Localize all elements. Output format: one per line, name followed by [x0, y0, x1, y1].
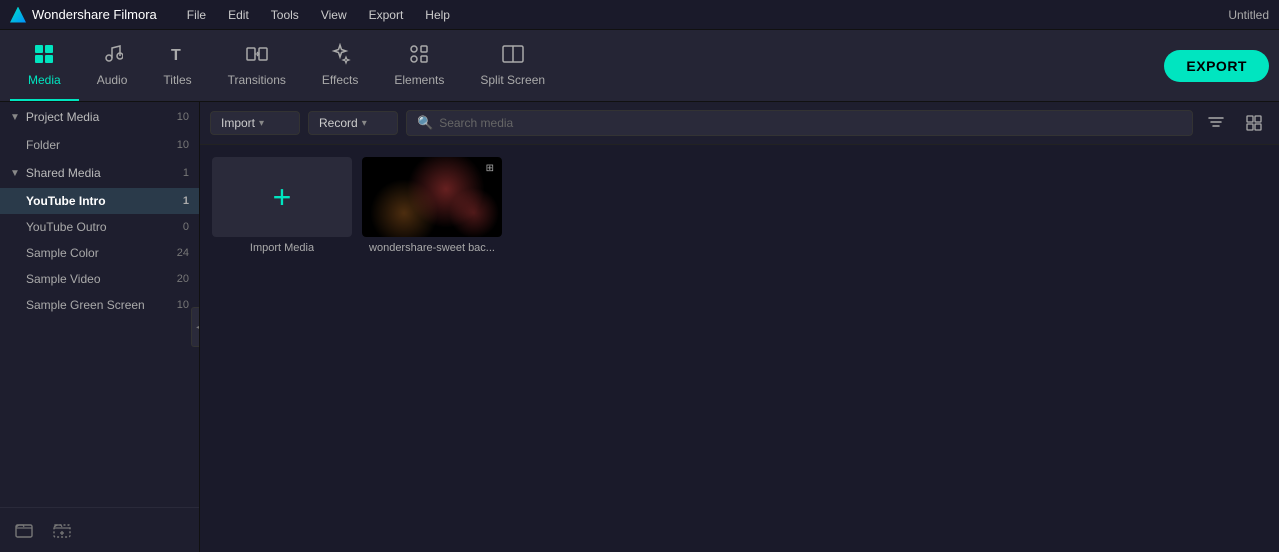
import-chevron-icon: ▾ — [259, 118, 264, 129]
folder-label: Folder — [26, 138, 60, 152]
new-folder-icon[interactable] — [10, 516, 38, 544]
sample-color-count: 24 — [177, 247, 189, 259]
new-bin-icon[interactable] — [48, 516, 76, 544]
import-media-thumb[interactable]: + — [212, 157, 352, 237]
sample-video-label: Sample Video — [26, 272, 101, 286]
menu-edit[interactable]: Edit — [218, 6, 259, 24]
project-media-count: 10 — [177, 111, 189, 123]
youtube-outro-label: YouTube Outro — [26, 220, 107, 234]
elements-icon — [408, 43, 430, 69]
app-name: Wondershare Filmora — [32, 7, 157, 22]
menu-help[interactable]: Help — [415, 6, 460, 24]
import-media-label: Import Media — [250, 242, 314, 254]
import-dropdown[interactable]: Import ▾ — [210, 111, 300, 135]
search-input[interactable] — [439, 116, 1182, 130]
sample-green-screen-count: 10 — [177, 299, 189, 311]
sidebar-bottom — [0, 507, 199, 552]
media-item-video-1[interactable]: ⊞ wondershare-sweet bac... — [362, 157, 502, 254]
media-panel: Import ▾ Record ▾ 🔍 — [200, 102, 1279, 552]
tab-elements-label: Elements — [394, 73, 444, 87]
sidebar-section-project-media-label: Project Media — [26, 110, 99, 124]
menu-export[interactable]: Export — [359, 6, 414, 24]
sidebar-item-sample-video[interactable]: Sample Video 20 — [0, 266, 199, 292]
tab-elements[interactable]: Elements — [376, 30, 462, 101]
tab-transitions[interactable]: Transitions — [210, 30, 304, 101]
sidebar-item-folder[interactable]: Folder 10 — [0, 132, 199, 158]
app-logo: Wondershare Filmora — [10, 7, 157, 23]
shared-media-arrow: ▼ — [10, 168, 20, 179]
media-grid: + Import Media ⊞ wondershare-sweet bac..… — [200, 145, 1279, 552]
project-media-arrow: ▼ — [10, 112, 20, 123]
youtube-intro-label: YouTube Intro — [26, 194, 106, 208]
youtube-outro-count: 0 — [183, 221, 189, 233]
sidebar-section-shared-media-label: Shared Media — [26, 166, 101, 180]
sidebar: ▼ Project Media 10 Folder 10 ▼ Shared Me… — [0, 102, 200, 552]
corner-icon: ⊞ — [482, 161, 498, 176]
content-area: ▼ Project Media 10 Folder 10 ▼ Shared Me… — [0, 102, 1279, 552]
folder-count: 10 — [177, 139, 189, 151]
sidebar-collapse-toggle[interactable]: ◀ — [191, 307, 200, 347]
filter-icon-btn[interactable] — [1201, 108, 1231, 138]
menu-tools[interactable]: Tools — [261, 6, 309, 24]
audio-icon — [101, 43, 123, 69]
sidebar-item-sample-green-screen[interactable]: Sample Green Screen 10 — [0, 292, 199, 318]
toolbar-items: Media Audio T Titles — [10, 30, 563, 101]
youtube-intro-count: 1 — [183, 195, 189, 207]
tab-split-screen[interactable]: Split Screen — [462, 30, 563, 101]
menu-file[interactable]: File — [177, 6, 216, 24]
record-dropdown[interactable]: Record ▾ — [308, 111, 398, 135]
sidebar-section-project-media[interactable]: ▼ Project Media 10 — [0, 102, 199, 132]
media-item-import[interactable]: + Import Media — [212, 157, 352, 254]
menu-view[interactable]: View — [311, 6, 357, 24]
video-1-thumb[interactable]: ⊞ — [362, 157, 502, 237]
sidebar-item-youtube-outro[interactable]: YouTube Outro 0 — [0, 214, 199, 240]
record-chevron-icon: ▾ — [362, 118, 367, 129]
tab-split-screen-label: Split Screen — [480, 73, 545, 87]
titlebar: Wondershare Filmora File Edit Tools View… — [0, 0, 1279, 30]
import-label: Import — [221, 116, 255, 130]
main-toolbar: Media Audio T Titles — [0, 30, 1279, 102]
record-label: Record — [319, 116, 358, 130]
grid-view-icon-btn[interactable] — [1239, 108, 1269, 138]
sample-video-count: 20 — [177, 273, 189, 285]
transitions-icon — [246, 43, 268, 69]
tab-transitions-label: Transitions — [228, 73, 286, 87]
logo-icon — [10, 7, 26, 23]
media-icon — [33, 43, 55, 69]
media-toolbar: Import ▾ Record ▾ 🔍 — [200, 102, 1279, 145]
export-button[interactable]: EXPORT — [1164, 50, 1269, 82]
shared-media-count: 1 — [183, 167, 189, 179]
tab-audio[interactable]: Audio — [79, 30, 146, 101]
tab-effects-label: Effects — [322, 73, 358, 87]
split-screen-icon — [502, 43, 524, 69]
svg-text:T: T — [171, 47, 181, 64]
toolbar-right: EXPORT — [1164, 50, 1269, 82]
tab-media[interactable]: Media — [10, 30, 79, 101]
tab-audio-label: Audio — [97, 73, 128, 87]
search-icon: 🔍 — [417, 115, 433, 131]
effects-icon — [329, 43, 351, 69]
sidebar-item-sample-color[interactable]: Sample Color 24 — [0, 240, 199, 266]
titles-icon: T — [167, 43, 189, 69]
search-box: 🔍 — [406, 110, 1193, 136]
tab-effects[interactable]: Effects — [304, 30, 376, 101]
sample-color-label: Sample Color — [26, 246, 99, 260]
menu-bar: File Edit Tools View Export Help — [177, 6, 460, 24]
plus-icon: + — [273, 179, 292, 216]
tab-media-label: Media — [28, 73, 61, 87]
tab-titles-label: Titles — [163, 73, 191, 87]
sidebar-item-youtube-intro[interactable]: YouTube Intro 1 — [0, 188, 199, 214]
video-1-label: wondershare-sweet bac... — [369, 242, 495, 254]
tab-titles[interactable]: T Titles — [145, 30, 209, 101]
sidebar-section-shared-media[interactable]: ▼ Shared Media 1 — [0, 158, 199, 188]
window-title: Untitled — [1228, 8, 1269, 22]
sample-green-screen-label: Sample Green Screen — [26, 298, 145, 312]
